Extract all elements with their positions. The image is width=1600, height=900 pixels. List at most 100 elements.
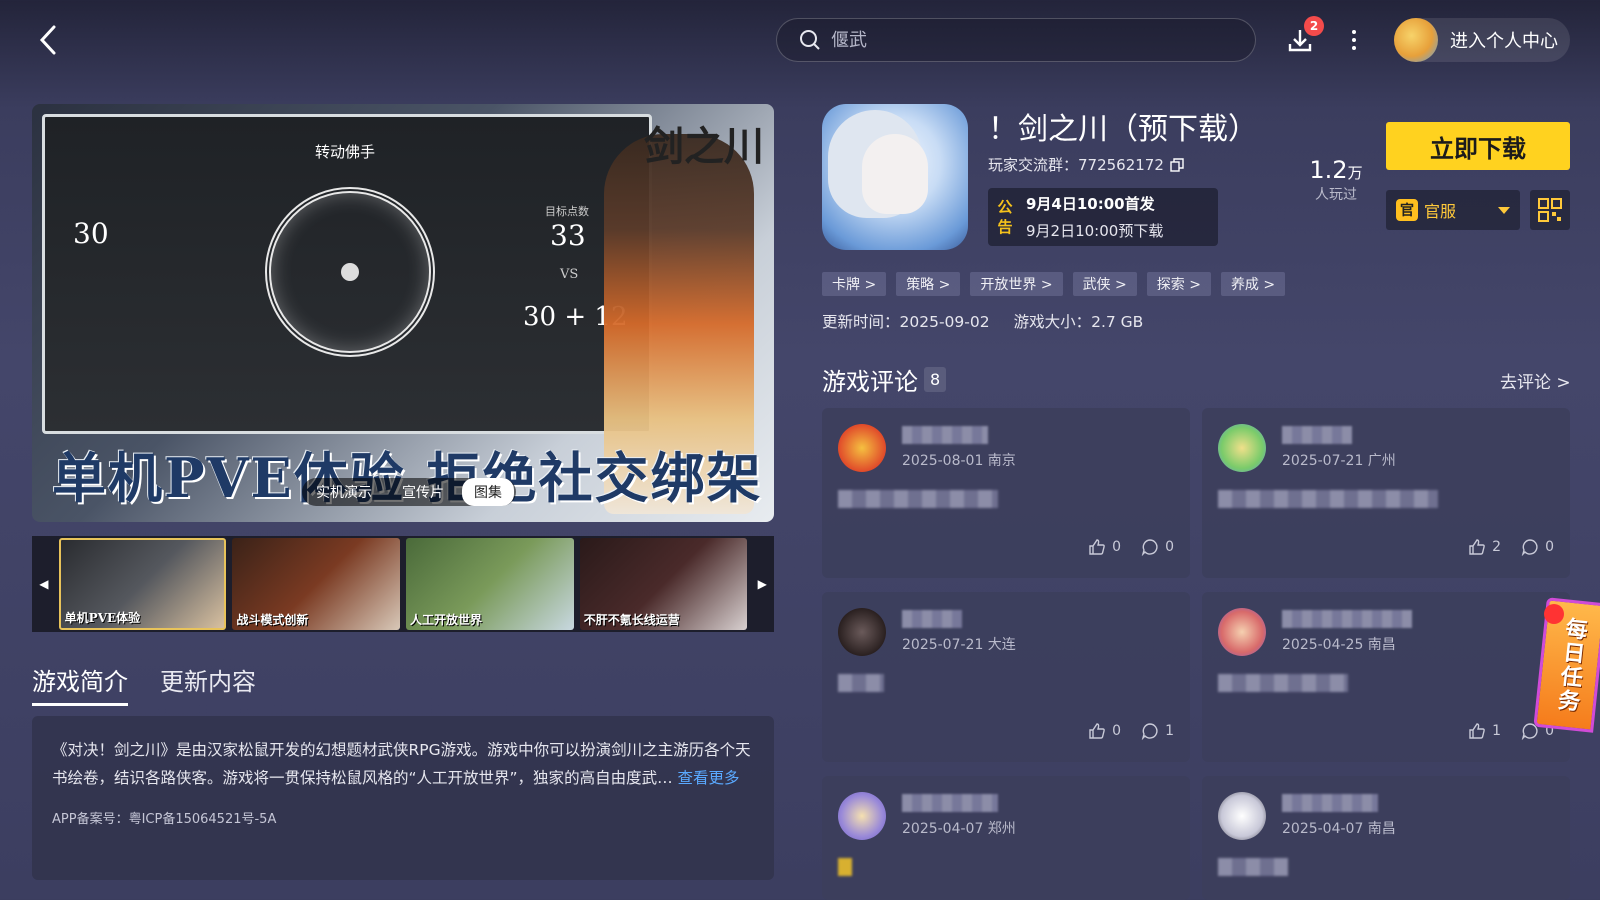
- chevron-left-icon: [39, 25, 56, 55]
- review-card[interactable]: 2025-04-07 郑州: [822, 776, 1190, 900]
- qr-code-button[interactable]: [1530, 190, 1570, 230]
- back-button[interactable]: [30, 22, 66, 58]
- thumbnail-caption: 不肝不氪长线运营: [583, 613, 680, 627]
- genre-tags: 卡牌 > 策略 > 开放世界 > 武侠 > 探索 > 养成 >: [822, 272, 1286, 296]
- media-tab-trailer[interactable]: 宣传片: [390, 478, 456, 506]
- player-group: 玩家交流群：772562172: [988, 154, 1184, 175]
- announcement-box: 公告 9月4日10:00首发 9月2日10:00预下载: [988, 188, 1218, 246]
- top-bar: 2 进入个人中心: [0, 0, 1600, 80]
- see-more-link[interactable]: 查看更多: [678, 769, 740, 787]
- comment-icon: [1141, 539, 1158, 556]
- comment-count: 0: [1545, 539, 1554, 555]
- reviewer-name-blurred: [1282, 794, 1378, 812]
- intro-tabs: 游戏简介 更新内容: [32, 662, 256, 706]
- review-card[interactable]: 2025-04-25 南昌 1 0: [1202, 592, 1570, 762]
- thumb-next-button[interactable]: ▶: [750, 536, 774, 632]
- thumbnail-item[interactable]: 人工开放世界: [406, 538, 574, 630]
- intro-text: 《对决！剑之川》是由汉家松鼠开发的幻想题材武侠RPG游戏。游戏中你可以扮演剑川之…: [52, 736, 754, 792]
- thumbnail-caption: 人工开放世界: [410, 613, 483, 627]
- tab-intro[interactable]: 游戏简介: [32, 662, 128, 706]
- review-actions: 0 1: [1088, 722, 1174, 740]
- comment-button[interactable]: 1: [1141, 722, 1174, 740]
- search-icon: [800, 30, 820, 50]
- caret-right-icon: ▶: [757, 577, 767, 591]
- more-options-button[interactable]: [1340, 24, 1368, 56]
- review-meta: 2025-07-21 大连: [902, 637, 1016, 653]
- thumbnail-item[interactable]: 战斗模式创新: [232, 538, 401, 630]
- review-text-blurred: [838, 490, 998, 508]
- review-meta: 2025-08-01 南京: [902, 453, 1016, 469]
- review-text-blurred: [838, 674, 884, 692]
- review-card[interactable]: 2025-08-01 南京 0 0: [822, 408, 1190, 578]
- reviewer-name-blurred: [902, 610, 962, 628]
- reviewer-avatar: [838, 792, 886, 840]
- thumbs-up-icon: [1469, 723, 1485, 739]
- caret-left-icon: ◀: [39, 577, 49, 591]
- tag-card[interactable]: 卡牌 >: [822, 272, 887, 296]
- caret-down-icon: [1498, 206, 1510, 214]
- review-actions: 2 0: [1468, 538, 1554, 556]
- thumbnail-caption: 单机PVE体验: [64, 611, 141, 625]
- banner-panel-title: 转动佛手: [315, 143, 376, 161]
- tag-growth[interactable]: 养成 >: [1220, 272, 1286, 296]
- downloads-button[interactable]: 2: [1284, 16, 1324, 56]
- like-button[interactable]: 1: [1468, 722, 1501, 740]
- media-tabs: 实机演示 宣传片 图集: [302, 478, 516, 506]
- thumbnail-item[interactable]: 不肝不氪长线运营: [579, 538, 748, 630]
- tag-open-world[interactable]: 开放世界 >: [970, 272, 1063, 296]
- daily-task-label: 每日任务: [1553, 616, 1588, 715]
- thumbnail-item[interactable]: 单机PVE体验: [58, 538, 227, 630]
- thumbnail-caption: 战斗模式创新: [236, 613, 309, 627]
- thumbs-up-icon: [1089, 723, 1105, 739]
- update-time: 更新时间：2025-09-02: [822, 313, 990, 331]
- user-avatar: [1394, 18, 1438, 62]
- review-text-blurred: [1218, 858, 1288, 876]
- media-banner[interactable]: 转动佛手 30 目标点数 33 VS 30 + 12 剑之川 单机PVE体验 拒…: [32, 104, 774, 522]
- official-server-badge: 官: [1396, 199, 1418, 221]
- banner-target-label: 目标点数: [545, 205, 589, 218]
- comment-button[interactable]: 0: [1141, 538, 1174, 556]
- write-review-link[interactable]: 去评论 >: [1500, 368, 1571, 393]
- like-button[interactable]: 2: [1468, 538, 1501, 556]
- icp-record: APP备案号：粤ICP备15064521号-5A: [52, 812, 277, 827]
- user-center-button[interactable]: 进入个人中心: [1394, 18, 1570, 62]
- dot-icon: [1352, 38, 1356, 42]
- announcement-tag: 公告: [997, 198, 1013, 236]
- intro-description: 《对决！剑之川》是由汉家松鼠开发的幻想题材武侠RPG游戏。游戏中你可以扮演剑川之…: [52, 741, 751, 787]
- comment-count: 1: [1165, 723, 1174, 739]
- banner-vs: VS: [560, 267, 579, 282]
- banner-target-value: 33: [550, 219, 586, 252]
- media-tab-gallery[interactable]: 图集: [462, 478, 514, 506]
- tab-updates[interactable]: 更新内容: [160, 662, 256, 706]
- download-now-button[interactable]: 立即下载: [1386, 122, 1570, 170]
- review-actions: 0 0: [1088, 538, 1174, 556]
- tag-strategy[interactable]: 策略 >: [896, 272, 961, 296]
- reviews-title: 游戏评论: [822, 368, 918, 396]
- game-size: 游戏大小：2.7 GB: [1013, 313, 1144, 331]
- thumb-prev-button[interactable]: ◀: [32, 536, 56, 632]
- like-button[interactable]: 0: [1088, 538, 1121, 556]
- dot-icon: [1352, 30, 1356, 34]
- game-title: ！剑之川（预下载）: [988, 112, 1258, 147]
- search-bar[interactable]: [776, 18, 1256, 62]
- copy-icon[interactable]: [1170, 157, 1184, 172]
- like-count: 2: [1492, 539, 1502, 555]
- user-center-label: 进入个人中心: [1450, 31, 1558, 52]
- reviewer-name-blurred: [1282, 426, 1352, 444]
- review-card[interactable]: 2025-07-21 大连 0 1: [822, 592, 1190, 762]
- player-count-value: 1.2万: [1300, 156, 1372, 184]
- server-select[interactable]: 官 官服: [1386, 190, 1520, 230]
- search-input[interactable]: [831, 29, 1211, 51]
- reviewer-avatar: [838, 608, 886, 656]
- comment-button[interactable]: 0: [1521, 538, 1554, 556]
- tag-wuxia[interactable]: 武侠 >: [1072, 272, 1137, 296]
- media-tab-gameplay[interactable]: 实机演示: [304, 478, 384, 506]
- announcement-lines: 9月4日10:00首发 9月2日10:00预下载: [1026, 193, 1163, 241]
- like-button[interactable]: 0: [1088, 722, 1121, 740]
- review-card[interactable]: 2025-07-21 广州 2 0: [1202, 408, 1570, 578]
- review-text-blurred: [1218, 490, 1438, 508]
- thumbs-up-icon: [1089, 539, 1105, 555]
- review-card[interactable]: 2025-04-07 南昌: [1202, 776, 1570, 900]
- game-meta: 更新时间：2025-09-02 游戏大小：2.7 GB: [822, 310, 1143, 332]
- tag-explore[interactable]: 探索 >: [1146, 272, 1211, 296]
